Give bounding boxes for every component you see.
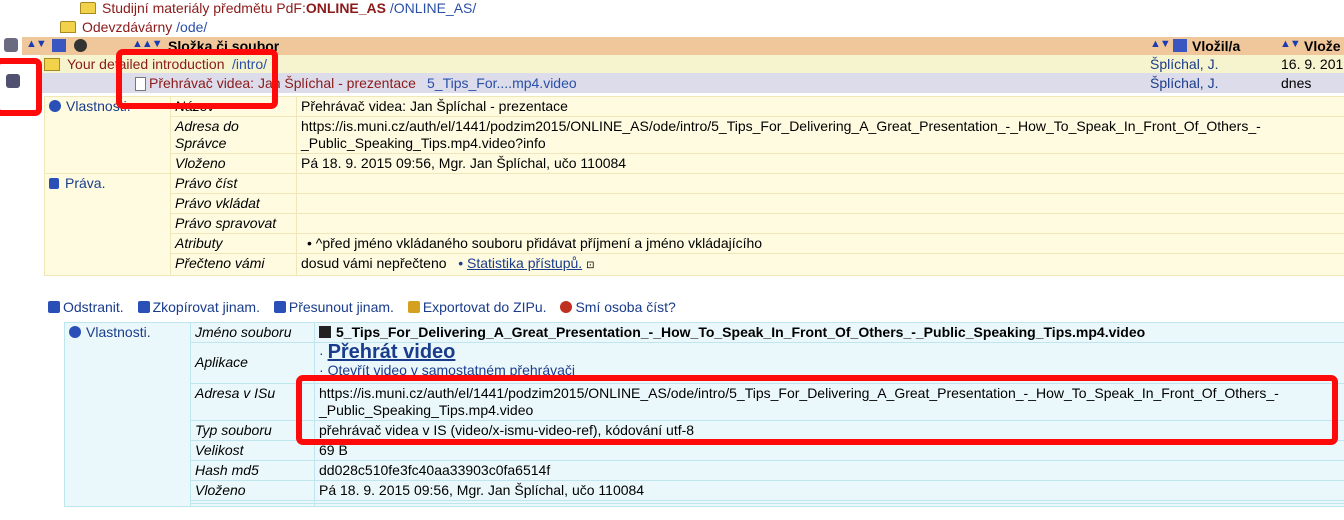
play-video-link[interactable]: Přehrát video (328, 341, 456, 363)
author-column-header[interactable]: Vložil/a (1192, 37, 1240, 55)
field-label: Jméno souboru (190, 322, 315, 343)
gear-icon (69, 326, 81, 338)
rights-section[interactable]: Práva. (44, 173, 171, 276)
export-zip-action[interactable]: Exportovat do ZIPu. (407, 299, 547, 315)
row-author[interactable]: Šplíchal, J. (1150, 55, 1218, 73)
lock-icon (49, 178, 59, 189)
field-value: Pá 18. 9. 2015 09:56, Mgr. Jan Šplíchal,… (296, 153, 1344, 174)
folder-icon (44, 58, 60, 71)
tools-icon[interactable] (4, 38, 18, 55)
field-label: Právo vkládat (170, 193, 297, 214)
person-icon (1173, 39, 1187, 52)
file-properties-table: Vlastnosti. Název Přehrávač videa: Jan Š… (44, 96, 1344, 276)
gear-icon (49, 100, 61, 112)
file-type-icon (319, 326, 331, 338)
question-icon (560, 301, 573, 313)
who-can-read-action[interactable]: Smí osoba číst? (560, 299, 676, 315)
copy-action[interactable]: Zkopírovat jinam. (137, 299, 260, 315)
annotation-box (0, 58, 42, 116)
row-author[interactable]: Šplíchal, J. (1150, 73, 1218, 93)
field-value (296, 213, 1344, 234)
field-label: Právo číst (170, 173, 297, 194)
field-label: Adresa do Správce (170, 116, 297, 154)
move-icon (273, 301, 286, 313)
delete-action[interactable]: Odstranit. (48, 299, 124, 315)
file-actions: Odstranit. Zkopírovat jinam. Přesunout j… (48, 298, 686, 316)
disk-icon[interactable] (74, 39, 87, 52)
file-name[interactable]: 5_Tips_For....mp4.video (427, 73, 577, 93)
breadcrumb-odevzdavarny[interactable]: Odevzdávárny /ode/ (60, 18, 207, 36)
row-date: dnes (1281, 75, 1312, 91)
row-date: 16. 9. 201 (1281, 56, 1344, 72)
zip-icon (407, 301, 420, 313)
file-properties-section[interactable]: Vlastnosti. (64, 322, 191, 507)
field-value: Přehrávač videa: Jan Šplíchal - prezenta… (296, 96, 1344, 117)
field-label: Přečteno vámi (170, 253, 297, 276)
field-label: Právo spravovat (170, 213, 297, 234)
hash-value: dd028c510fe3fc40aa33903c0fa6514f (314, 460, 1344, 481)
attributes-value: • ^před jméno vkládaného souboru přidáva… (296, 233, 1344, 254)
sort-author-icon[interactable]: ▲▼ (1150, 38, 1171, 50)
gear-icon (48, 301, 60, 313)
folder-icon (80, 2, 96, 14)
manager-address-value: https://is.muni.cz/auth/el/1441/podzim20… (296, 116, 1344, 154)
field-label: Atributy (170, 233, 297, 254)
move-action[interactable]: Přesunout jinam. (273, 299, 394, 315)
read-status-cell: dosud vámi nepřečteno • Statistika příst… (296, 253, 1344, 276)
annotation-box (116, 49, 278, 109)
breadcrumb-materials[interactable]: Studijní materiály předmětu PdF:ONLINE_A… (80, 0, 476, 17)
folder-icon (60, 21, 76, 33)
access-statistics-link[interactable]: Statistika přístupů. (467, 255, 582, 271)
sort-arrows-icon[interactable]: ▲▼ (26, 38, 47, 50)
field-label: Vloženo (190, 480, 315, 501)
sort-date-icon[interactable]: ▲▼ (1280, 38, 1301, 50)
field-label: Velikost (190, 440, 315, 461)
field-label: Aplikace (190, 342, 315, 384)
filename-cell: 5_Tips_For_Delivering_A_Great_Presentati… (314, 322, 1344, 343)
field-label: Hash md5 (190, 460, 315, 481)
copy-icon (137, 301, 150, 313)
inserted-value: Pá 18. 9. 2015 09:56, Mgr. Jan Šplíchal,… (314, 480, 1344, 501)
date-column-header[interactable]: Vlože (1304, 37, 1341, 55)
annotation-box (296, 375, 1338, 445)
field-label: Vloženo (170, 153, 297, 174)
field-value (296, 173, 1344, 194)
columns-icon[interactable] (52, 39, 66, 52)
field-value (296, 193, 1344, 214)
